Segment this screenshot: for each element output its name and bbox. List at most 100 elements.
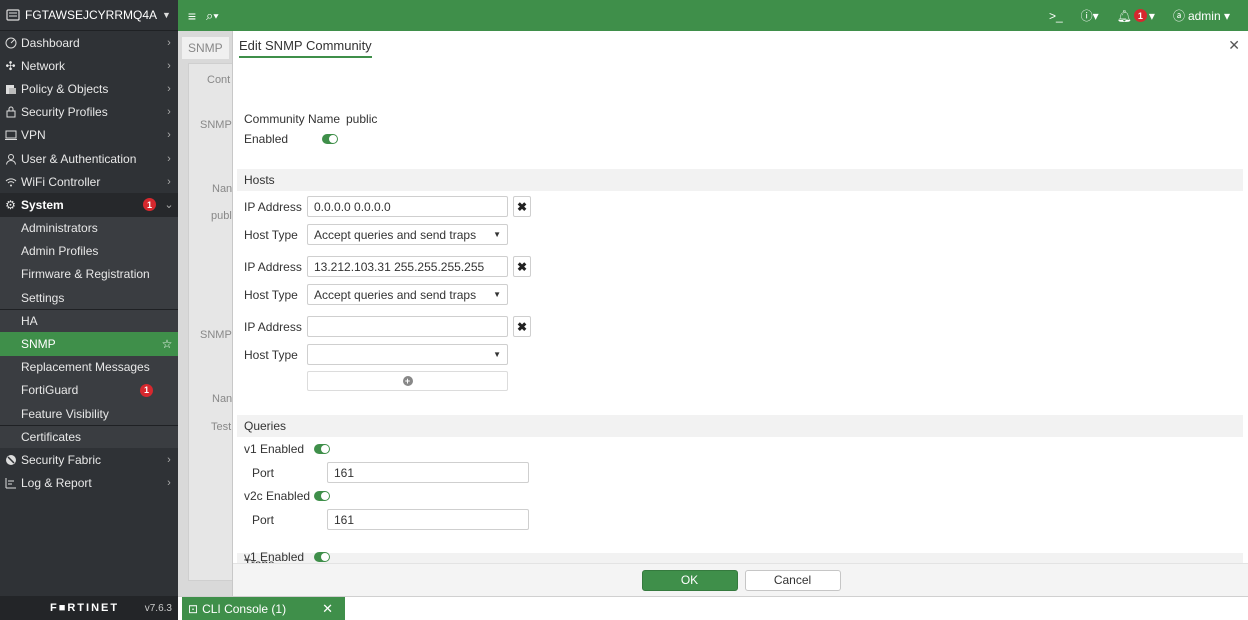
sidebar-item-label: Feature Visibility <box>21 406 109 421</box>
sidebar-item-label: SNMP <box>21 337 56 352</box>
host-type-label: Host Type <box>244 347 298 362</box>
background-text: Cont <box>207 74 231 86</box>
sidebar-item-fortiguard[interactable]: FortiGuard 1 <box>0 378 178 402</box>
sidebar-item-system[interactable]: ⚙ System 1 ⌄ <box>0 193 178 217</box>
caret-down-icon: ▼ <box>162 10 171 20</box>
sidebar-item-snmp[interactable]: SNMP ☆ <box>0 332 178 356</box>
sidebar-item-replacement-messages[interactable]: Replacement Messages <box>0 355 178 379</box>
host-type-row: Host Type ▼ <box>244 344 508 365</box>
sidebar-item-log-report[interactable]: Log & Report › <box>0 472 178 495</box>
sidebar-item-label: WiFi Controller <box>21 174 101 189</box>
host-type-select[interactable]: ▼ <box>307 344 508 365</box>
ip-address-input[interactable]: 13.212.103.31 255.255.255.255 <box>307 256 508 277</box>
lock-icon <box>4 106 17 119</box>
chevron-right-icon: › <box>167 106 171 119</box>
sidebar-item-vpn[interactable]: VPN › <box>0 124 178 147</box>
sidebar-item-security-fabric[interactable]: Security Fabric › <box>0 448 178 471</box>
host-type-label: Host Type <box>244 287 298 302</box>
sidebar-item-feature-visibility[interactable]: Feature Visibility <box>0 402 178 426</box>
sidebar-item-firmware-registration[interactable]: Firmware & Registration <box>0 262 178 287</box>
ip-address-label: IP Address <box>244 319 302 334</box>
bottom-bar: ⊡ CLI Console (1) ✕ <box>178 596 1248 620</box>
sidebar-item-network[interactable]: ✣ Network › <box>0 54 178 77</box>
cli-console-tab[interactable]: ⊡ CLI Console (1) ✕ <box>182 597 345 620</box>
traps-v1-enabled-label: v1 Enabled <box>244 550 305 564</box>
sidebar-item-policy-objects[interactable]: Policy & Objects › <box>0 77 178 100</box>
cli-console-label: CLI Console (1) <box>202 602 287 616</box>
monitor-icon <box>4 129 17 142</box>
remove-host-icon[interactable]: ✖ <box>513 196 531 217</box>
ip-address-label: IP Address <box>244 199 302 214</box>
ok-button[interactable]: OK <box>641 569 738 591</box>
host-type-select[interactable]: Accept queries and send traps ▼ <box>307 224 508 245</box>
host-ip-row: IP Address 13.212.103.31 255.255.255.255… <box>244 256 531 277</box>
chevron-right-icon: › <box>167 129 171 142</box>
fabric-icon <box>4 453 17 466</box>
sidebar-item-label: Security Profiles <box>21 105 108 120</box>
caret-down-icon: ▼ <box>493 350 501 359</box>
network-icon: ✣ <box>5 58 16 73</box>
cancel-button[interactable]: Cancel <box>744 569 841 591</box>
sidebar-item-label: User & Authentication <box>21 151 137 166</box>
user-name: admin <box>1187 8 1221 23</box>
hosts-section-header: Hosts <box>237 169 1243 191</box>
sidebar-item-settings[interactable]: Settings <box>0 286 178 310</box>
sidebar-item-dashboard[interactable]: Dashboard › <box>0 31 178 54</box>
search-icon[interactable]: ⌕▾ <box>206 8 236 24</box>
sidebar-item-admin-profiles[interactable]: Admin Profiles <box>0 239 178 263</box>
v2c-port-input[interactable]: 161 <box>327 509 529 530</box>
user-menu[interactable]: ⓐ admin ▾ <box>1173 7 1230 24</box>
traps-v1-enabled-toggle[interactable] <box>314 552 331 562</box>
chevron-right-icon: › <box>167 477 171 490</box>
close-icon[interactable]: ✕ <box>1228 37 1240 54</box>
sidebar-item-label: Security Fabric <box>21 452 102 467</box>
enabled-toggle[interactable] <box>322 134 338 144</box>
edit-snmp-community-dialog: Edit SNMP Community ✕ Community Name pub… <box>232 31 1248 596</box>
remove-host-icon[interactable]: ✖ <box>513 316 531 337</box>
notification-badge: 1 <box>1133 9 1147 22</box>
help-icon[interactable]: ⓘ▾ <box>1081 7 1099 24</box>
close-icon[interactable]: ✕ <box>322 601 333 617</box>
traps-v1-enabled-row: v1 Enabled <box>244 550 331 564</box>
device-icon <box>6 9 20 21</box>
menu-icon[interactable]: ≡ <box>178 8 206 24</box>
queries-section-header: Queries <box>237 415 1243 437</box>
host-type-label: Host Type <box>244 227 298 242</box>
sidebar-item-security-profiles[interactable]: Security Profiles › <box>0 101 178 124</box>
ip-address-input[interactable]: 0.0.0.0 0.0.0.0 <box>307 196 508 217</box>
v2c-enabled-toggle[interactable] <box>314 491 331 501</box>
host-type-select[interactable]: Accept queries and send traps ▼ <box>307 284 508 305</box>
gear-icon: ⚙ <box>5 197 16 212</box>
remove-host-icon[interactable]: ✖ <box>513 256 531 277</box>
background-text: Nan <box>212 393 233 405</box>
sidebar-item-label: Admin Profiles <box>21 244 99 259</box>
background-text: SNMP <box>200 329 232 341</box>
sidebar-item-ha[interactable]: HA <box>0 309 178 333</box>
device-selector[interactable]: FGTAWSEJCYRRMQ4A ▼ <box>0 0 178 31</box>
sidebar-item-wifi-controller[interactable]: WiFi Controller › <box>0 170 178 193</box>
wifi-icon <box>4 175 17 188</box>
sidebar-item-certificates[interactable]: Certificates <box>0 425 178 449</box>
notifications-button[interactable]: 🔔︎ 1 ▾ <box>1117 9 1155 23</box>
caret-down-icon: ▼ <box>493 230 501 239</box>
cli-console-icon[interactable]: >_ <box>1049 9 1063 23</box>
sidebar-item-user-authentication[interactable]: User & Authentication › <box>0 147 178 170</box>
host-type-row: Host Type Accept queries and send traps ▼ <box>244 224 508 245</box>
sidebar-item-label: VPN <box>21 128 46 143</box>
chevron-right-icon: › <box>167 82 171 95</box>
port-label: Port <box>252 465 275 480</box>
sidebar-item-label: HA <box>21 314 38 329</box>
top-bar: ≡ ⌕▾ >_ ⓘ▾ 🔔︎ 1 ▾ ⓐ admin ▾ <box>178 0 1248 31</box>
add-host-button[interactable]: + <box>307 371 508 391</box>
sidebar-item-label: System <box>21 197 64 212</box>
sidebar-item-label: Log & Report <box>21 476 92 491</box>
policy-icon <box>4 82 17 95</box>
v1-enabled-toggle[interactable] <box>314 444 331 454</box>
ip-address-input[interactable] <box>307 316 508 337</box>
sidebar-item-administrators[interactable]: Administrators <box>0 216 178 240</box>
star-icon[interactable]: ☆ <box>160 337 174 351</box>
v1-port-input[interactable]: 161 <box>327 462 529 483</box>
community-name-row: Community Name public <box>244 112 377 126</box>
traps-section-header: Traps <box>237 553 1243 563</box>
notification-badge: 1 <box>143 198 156 212</box>
